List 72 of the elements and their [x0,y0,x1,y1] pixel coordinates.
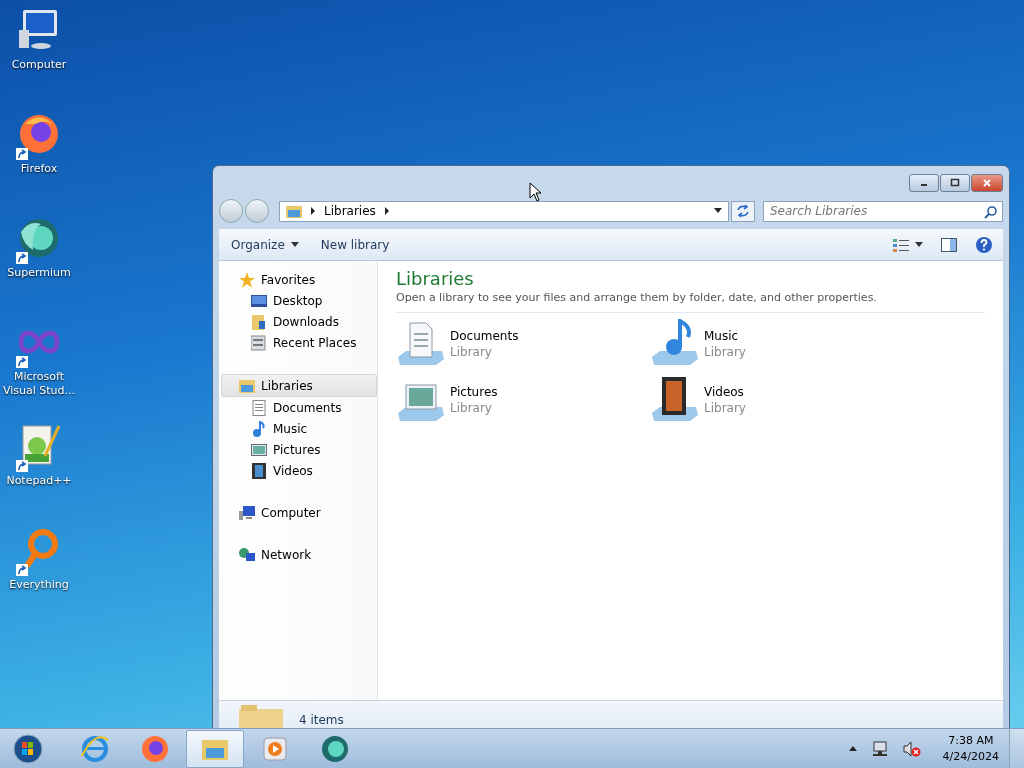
chevron-icon [383,207,390,215]
network-icon[interactable] [870,740,889,757]
chevron-icon [310,207,316,215]
muted-speaker-icon[interactable] [902,740,921,757]
library-type: Library [450,345,493,359]
toolbar-button[interactable]: Organize [227,235,303,254]
document-icon [251,399,267,416]
desktop-icon-label[interactable]: Firefox [1,162,77,176]
nav-item[interactable]: Network [219,544,377,565]
close-button[interactable] [971,174,1003,192]
library-name[interactable]: Pictures [450,385,498,399]
page-title: Libraries [396,267,475,291]
dropdown-arrow-icon[interactable] [714,208,722,214]
preview-pane-button[interactable] [939,235,959,254]
preview-pane-icon [941,237,957,252]
film-icon [251,462,267,479]
library-type: Library [450,401,493,415]
restore-button[interactable] [940,174,970,192]
help-icon [975,235,993,254]
picture-icon [251,441,267,458]
desktop-icon-label[interactable]: Computer [1,58,77,72]
globe-icon [320,733,350,764]
nav-item[interactable]: Recent Places [219,332,377,353]
breadcrumb[interactable]: Libraries [324,204,376,218]
taskbar-app[interactable] [186,729,244,768]
clock-date: 4/24/2024 [942,748,999,765]
windows-orb-icon [13,733,43,764]
network-icon [239,546,255,563]
nav-item[interactable]: Music [219,418,377,439]
browser-e-icon [80,733,110,764]
star-icon [239,271,255,288]
toolbar-button[interactable]: New library [316,235,394,254]
nav-item[interactable]: Downloads [219,311,377,332]
library-type: Library [704,401,746,415]
refresh-arrows-icon [736,204,750,218]
list-view-icon [893,237,909,252]
item-count: 4 items [299,713,344,727]
library-name[interactable]: Documents [450,329,519,343]
nav-item[interactable]: Computer [219,502,377,523]
close-icon [982,178,992,188]
nav-item[interactable]: Pictures [219,439,377,460]
maximize-icon [950,178,960,188]
library-name[interactable]: Music [704,329,746,343]
recent-places-icon [251,334,267,351]
search-icon [984,204,998,219]
minimize-button[interactable] [909,174,939,192]
folder-icon [239,377,255,394]
nav-item[interactable]: Documents [219,397,377,418]
nav-item[interactable]: Desktop [219,290,377,311]
desktop-icon-label[interactable]: Supermium [1,266,77,280]
monitor-icon [251,292,267,309]
address-bar[interactable]: Libraries [279,200,729,222]
computer-icon [239,504,255,521]
firefox-icon [140,733,170,764]
caret-icon [915,241,923,248]
page-description: Open a library to see your files and arrange them by folder, date, and other properties. [396,291,985,313]
nav-item[interactable]: Libraries [221,374,377,397]
music-note-icon [251,420,267,437]
clock-time: 7:38 AM [948,732,994,749]
folder-icon [286,204,302,218]
nav-item[interactable]: Favorites [219,269,377,290]
tray-arrow-icon[interactable] [848,745,857,752]
desktop-icon-label[interactable]: Microsoft Visual Stud... [1,370,77,398]
folder-icon [251,313,267,330]
desktop-icon-label[interactable]: Notepad++ [1,474,77,488]
library-name[interactable]: Videos [704,385,746,399]
library-type: Library [704,345,746,359]
nav-item[interactable]: Videos [219,460,377,481]
mouse-pointer-icon [529,182,543,202]
clock[interactable]: 7:38 AM 4/24/2024 [942,732,999,765]
search-field[interactable]: Search Libraries [763,200,1003,222]
refresh-button[interactable] [731,200,755,222]
